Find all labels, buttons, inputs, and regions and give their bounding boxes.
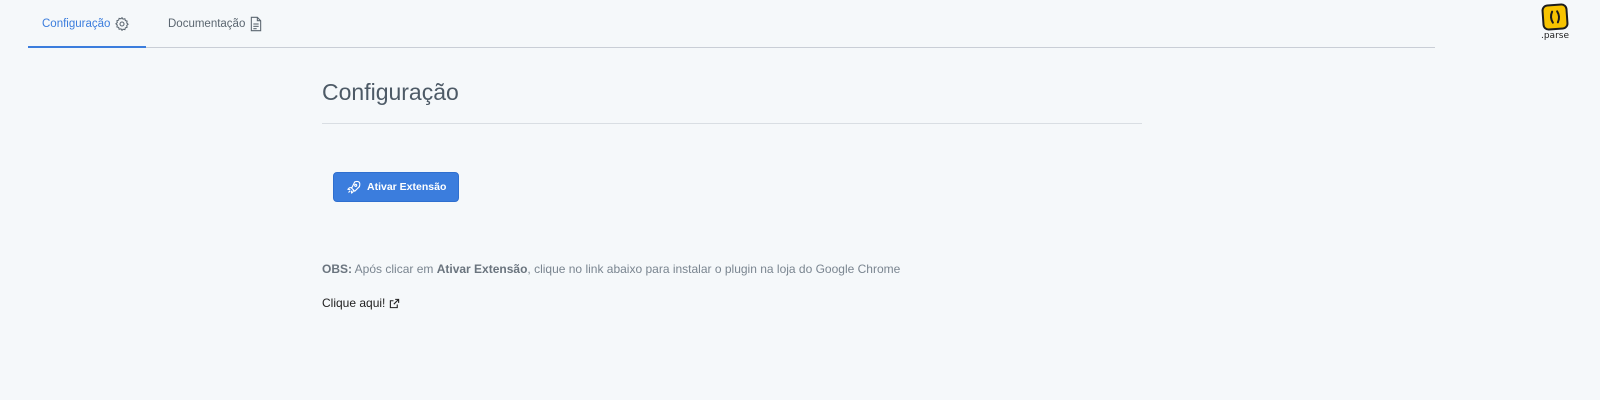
- parse-logo-icon: [1541, 3, 1569, 31]
- install-plugin-link[interactable]: Clique aqui!: [322, 296, 400, 310]
- tab-configuracao-label: Configuração: [42, 17, 111, 30]
- note-text-part1: Após clicar em: [352, 262, 437, 276]
- tab-bar: Configuração Documentação: [28, 0, 1435, 48]
- tab-configuracao[interactable]: Configuração: [28, 0, 146, 48]
- page: Configuração Documentação .parse Configu…: [0, 0, 1600, 400]
- note-text: OBS: Após clicar em Ativar Extensão, cli…: [322, 262, 1142, 276]
- main-content: Configuração Ativar Extensão OBS: Após c…: [322, 76, 1142, 310]
- note-text-part2: , clique no link abaixo para instalar o …: [527, 262, 901, 276]
- parse-logo-text: .parse: [1540, 31, 1569, 41]
- gear-icon: [114, 16, 130, 32]
- rocket-icon: [346, 180, 361, 195]
- note-prefix: OBS:: [322, 262, 352, 276]
- parse-logo: .parse: [1537, 3, 1573, 41]
- document-icon: [249, 16, 263, 32]
- note-emphasis: Ativar Extensão: [436, 262, 528, 276]
- install-plugin-link-label: Clique aqui!: [322, 296, 386, 310]
- external-link-icon: [389, 298, 400, 309]
- page-title: Configuração: [322, 76, 1142, 124]
- tab-documentacao[interactable]: Documentação: [146, 0, 263, 47]
- activate-extension-button[interactable]: Ativar Extensão: [333, 172, 460, 202]
- activate-extension-label: Ativar Extensão: [367, 181, 447, 193]
- tab-documentacao-label: Documentação: [168, 17, 246, 30]
